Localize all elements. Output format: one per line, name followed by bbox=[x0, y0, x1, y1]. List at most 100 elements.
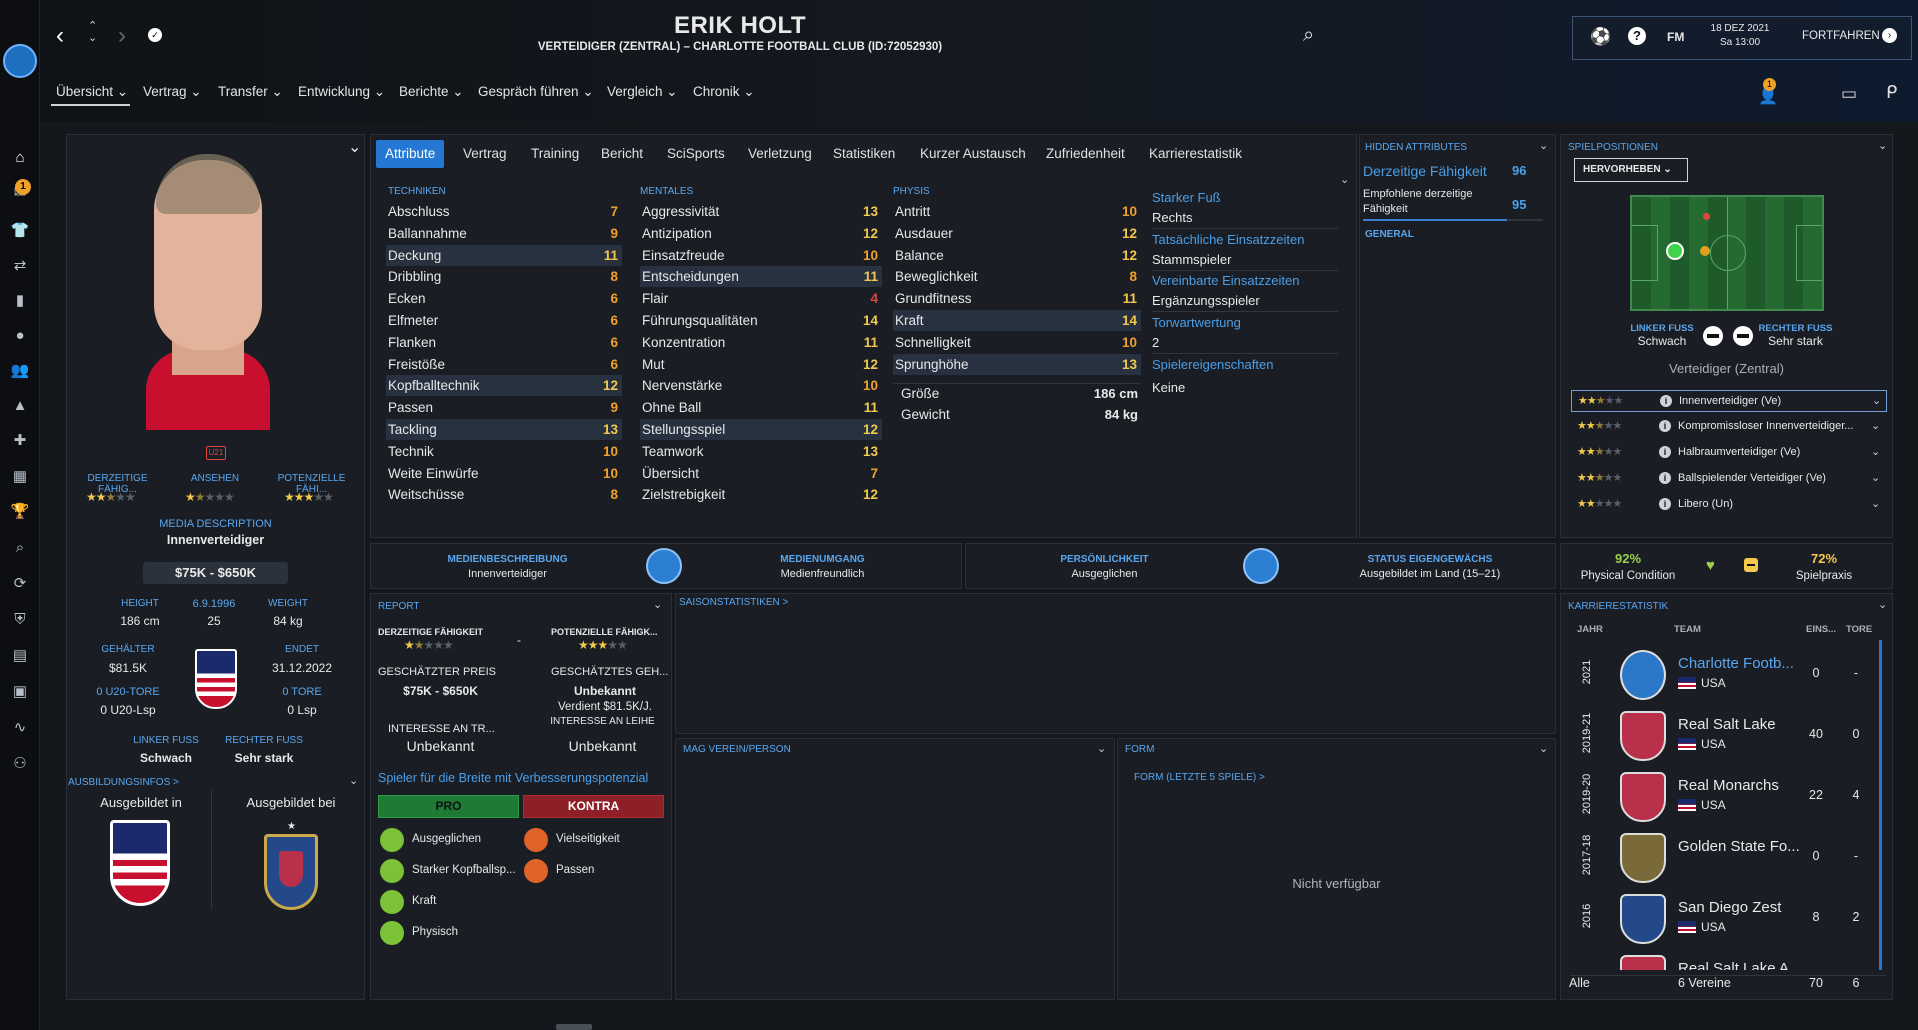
attribute-row[interactable]: Führungsqualitäten 14 bbox=[640, 310, 882, 331]
attribute-row[interactable]: Nervenstärke 10 bbox=[640, 375, 882, 396]
role-row[interactable]: ★★★★★ i Halbraumverteidiger (Ve) ⌄ bbox=[1571, 442, 1887, 464]
attribute-row[interactable]: Antritt 10 bbox=[893, 201, 1141, 222]
menu-transfer[interactable]: Transfer ⌄ bbox=[218, 84, 283, 100]
attribute-row[interactable]: Aggressivität 13 bbox=[640, 201, 882, 222]
chevron-down-icon[interactable]: ⌄ bbox=[1872, 394, 1881, 407]
chevron-down-icon[interactable]: ⌄ bbox=[1097, 742, 1106, 755]
training-icon[interactable]: ▲ bbox=[10, 396, 30, 416]
attribute-row[interactable]: Grundfitness 11 bbox=[893, 288, 1141, 309]
home-icon[interactable]: ⌂ bbox=[10, 148, 30, 168]
info-icon[interactable]: i bbox=[1659, 472, 1671, 484]
fm-logo[interactable]: FM bbox=[1667, 30, 1684, 44]
career-team[interactable]: Real Monarchs bbox=[1678, 777, 1779, 794]
attribute-row[interactable]: Konzentration 11 bbox=[640, 332, 882, 353]
data-hub-icon[interactable]: ∿ bbox=[10, 718, 30, 738]
paypal-icon[interactable]: ᑭ bbox=[1886, 82, 1897, 103]
menu-overview[interactable]: Übersicht ⌄ bbox=[56, 84, 128, 100]
attribute-row[interactable]: Kopfballtechnik 12 bbox=[386, 375, 622, 397]
career-row[interactable]: 2019-20 Real Monarchs USA 22 4 bbox=[1568, 768, 1878, 826]
attribute-row[interactable]: Teamwork 13 bbox=[640, 441, 882, 462]
training-info-link[interactable]: AUSBILDUNGSINFOS > bbox=[68, 777, 179, 788]
tab-attribute[interactable]: Attribute bbox=[376, 140, 445, 168]
career-team[interactable]: Golden State Fo... bbox=[1678, 838, 1800, 855]
attribute-row[interactable]: Kraft 14 bbox=[893, 310, 1141, 331]
chevron-down-icon[interactable]: ⌄ bbox=[1539, 742, 1548, 755]
chevron-down-icon[interactable]: ⌄ bbox=[653, 598, 662, 611]
chevron-down-icon[interactable]: ⌄ bbox=[1871, 445, 1880, 458]
career-row[interactable]: 2019-21 Real Salt Lake USA 40 0 bbox=[1568, 707, 1878, 765]
career-row[interactable]: 5 Real Salt Lake A bbox=[1568, 951, 1878, 970]
info-icon[interactable]: i bbox=[1659, 446, 1671, 458]
attribute-row[interactable]: Flair 4 bbox=[640, 288, 882, 309]
chevron-down-icon[interactable]: ⌄ bbox=[1878, 139, 1887, 152]
career-row[interactable]: 2021 Charlotte Footb... USA 0 - bbox=[1568, 646, 1878, 704]
attribute-row[interactable]: Beweglichkeit 8 bbox=[893, 266, 1141, 287]
chevron-down-icon[interactable]: ⌄ bbox=[1871, 471, 1880, 484]
ball-icon[interactable]: ● bbox=[10, 326, 30, 346]
season-stats-link[interactable]: SAISONSTATISTIKEN > bbox=[679, 597, 788, 608]
up-down-icon[interactable]: ⌃ ⌄ bbox=[88, 20, 97, 44]
menu-talk[interactable]: Gespräch führen ⌄ bbox=[478, 84, 594, 100]
tab-statistics[interactable]: Statistiken bbox=[824, 140, 904, 168]
career-team[interactable]: Charlotte Footb... bbox=[1678, 655, 1794, 672]
scouting-icon[interactable]: ▣ bbox=[10, 682, 30, 702]
attribute-row[interactable]: Ohne Ball 11 bbox=[640, 397, 882, 418]
form-last-5-link[interactable]: FORM (LETZTE 5 SPIELE) > bbox=[1134, 772, 1265, 783]
career-team[interactable]: Real Salt Lake A bbox=[1678, 960, 1789, 970]
attribute-row[interactable]: Schnelligkeit 10 bbox=[893, 332, 1141, 353]
tab-contract[interactable]: Vertrag bbox=[454, 140, 516, 168]
chevron-down-icon[interactable]: ⌄ bbox=[1878, 598, 1887, 611]
attribute-row[interactable]: Stellungsspiel 12 bbox=[640, 419, 882, 440]
search-icon[interactable]: ⌕ bbox=[10, 538, 30, 558]
continue-arrow-icon[interactable]: › bbox=[1882, 28, 1897, 43]
career-row[interactable]: 2017-18 Golden State Fo... 0 - bbox=[1568, 829, 1878, 887]
attribute-row[interactable]: Elfmeter 6 bbox=[386, 310, 622, 331]
attribute-row[interactable]: Übersicht 7 bbox=[640, 463, 882, 484]
menu-compare[interactable]: Vergleich ⌄ bbox=[607, 84, 678, 100]
info-icon[interactable]: i bbox=[1660, 395, 1672, 407]
highlight-dropdown[interactable]: HERVORHEBEN ⌄ bbox=[1574, 158, 1688, 182]
attribute-row[interactable]: Weite Einwürfe 10 bbox=[386, 463, 622, 484]
menu-contract[interactable]: Vertrag ⌄ bbox=[143, 84, 202, 100]
attribute-row[interactable]: Balance 12 bbox=[893, 245, 1141, 266]
staff-icon[interactable]: 👥 bbox=[10, 361, 30, 381]
finances-icon[interactable]: ▤ bbox=[10, 646, 30, 666]
general-section[interactable]: GENERAL bbox=[1365, 229, 1414, 240]
attribute-row[interactable]: Passen 9 bbox=[386, 397, 622, 418]
dynamics-icon[interactable]: ⇄ bbox=[10, 256, 30, 276]
attribute-row[interactable]: Technik 10 bbox=[386, 441, 622, 462]
chevron-down-icon[interactable]: ⌄ bbox=[1871, 419, 1880, 432]
network-icon[interactable]: ⚽ bbox=[1590, 27, 1611, 47]
attribute-row[interactable]: Weitschüsse 8 bbox=[386, 484, 622, 505]
career-team[interactable]: Real Salt Lake bbox=[1678, 716, 1776, 733]
attribute-row[interactable]: Mut 12 bbox=[640, 354, 882, 375]
help-icon[interactable]: ? bbox=[1628, 27, 1646, 45]
chevron-down-icon[interactable]: ⌄ bbox=[1871, 497, 1880, 510]
menu-history[interactable]: Chronik ⌄ bbox=[693, 84, 755, 100]
people-icon[interactable]: ⚇ bbox=[10, 754, 30, 774]
attribute-row[interactable]: Ausdauer 12 bbox=[893, 223, 1141, 244]
scrollbar[interactable] bbox=[1879, 640, 1882, 970]
tab-injury[interactable]: Verletzung bbox=[739, 140, 821, 168]
back-arrow-icon[interactable]: ‹ bbox=[56, 22, 64, 50]
search-icon[interactable]: ⌕ bbox=[1303, 24, 1314, 47]
tab-satisfaction[interactable]: Zufriedenheit bbox=[1037, 140, 1134, 168]
calendar-icon[interactable]: ▦ bbox=[10, 467, 30, 487]
dropdown-check-icon[interactable]: ✓ bbox=[148, 28, 162, 42]
menu-development[interactable]: Entwicklung ⌄ bbox=[298, 84, 385, 100]
role-row[interactable]: ★★★★★ i Innenverteidiger (Ve) ⌄ bbox=[1571, 390, 1887, 412]
tab-training[interactable]: Training bbox=[522, 140, 588, 168]
attribute-row[interactable]: Flanken 6 bbox=[386, 332, 622, 353]
role-row[interactable]: ★★★★★ i Libero (Un) ⌄ bbox=[1571, 494, 1887, 516]
continue-button[interactable]: FORTFAHREN bbox=[1802, 30, 1880, 42]
role-row[interactable]: ★★★★★ i Ballspielender Verteidiger (Ve) ⌄ bbox=[1571, 468, 1887, 490]
info-icon[interactable]: i bbox=[1659, 498, 1671, 510]
attribute-row[interactable]: Freistöße 6 bbox=[386, 354, 622, 375]
chevron-down-icon[interactable]: ⌄ bbox=[1340, 173, 1349, 186]
club-icon[interactable]: ⛨ bbox=[10, 610, 30, 630]
attribute-row[interactable]: Ballannahme 9 bbox=[386, 223, 622, 244]
attribute-row[interactable]: Abschluss 7 bbox=[386, 201, 622, 222]
squad-icon[interactable]: 👕 bbox=[10, 221, 30, 241]
horizontal-scroll-thumb[interactable] bbox=[556, 1024, 592, 1030]
report-icon[interactable]: ▮ bbox=[10, 291, 30, 311]
